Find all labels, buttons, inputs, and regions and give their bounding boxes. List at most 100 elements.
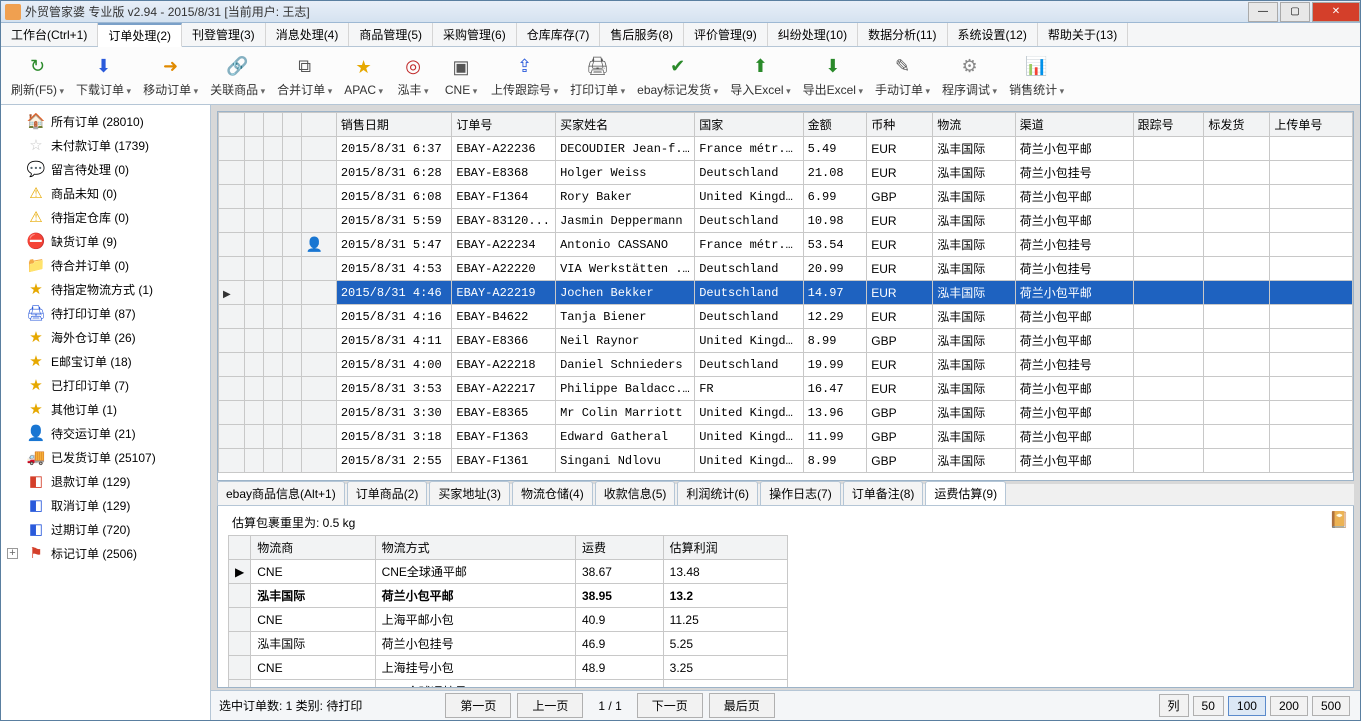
menu-tab[interactable]: 系统设置(12)	[948, 23, 1038, 46]
detail-tab[interactable]: 利润统计(6)	[677, 481, 758, 505]
pagesize-50[interactable]: 50	[1193, 696, 1224, 716]
toolbar-button[interactable]: ⇪上传跟踪号 ▾	[485, 51, 564, 100]
column-header[interactable]: 标发货	[1204, 113, 1270, 137]
detail-tab[interactable]: 订单备注(8)	[843, 481, 924, 505]
prev-page-button[interactable]: 上一页	[517, 693, 583, 718]
toolbar-button[interactable]: ⚙程序调试 ▾	[936, 51, 1003, 100]
sidebar-item[interactable]: ◧取消订单 (129)	[1, 493, 210, 517]
sidebar-item[interactable]: ★已打印订单 (7)	[1, 373, 210, 397]
shipping-grid[interactable]: 物流商物流方式运费估算利润▶CNECNE全球通平邮38.6713.48泓丰国际荷…	[228, 535, 788, 688]
pagesize-500[interactable]: 500	[1312, 696, 1350, 716]
table-row[interactable]: 2015/8/31 4:53EBAY-A22220VIA Werkstätten…	[219, 257, 1353, 281]
toolbar-button[interactable]: ⧉合并订单 ▾	[271, 51, 338, 100]
table-row[interactable]: 2015/8/31 6:37EBAY-A22236DECOUDIER Jean-…	[219, 137, 1353, 161]
table-row[interactable]: ▶2015/8/31 4:46EBAY-A22219Jochen BekkerD…	[219, 281, 1353, 305]
column-header[interactable]: 金额	[803, 113, 867, 137]
menu-tab[interactable]: 帮助关于(13)	[1038, 23, 1128, 46]
toolbar-button[interactable]: 🖨打印订单 ▾	[564, 51, 631, 100]
column-header[interactable]: 币种	[867, 113, 933, 137]
sidebar-item[interactable]: ⛔缺货订单 (9)	[1, 229, 210, 253]
table-row[interactable]: 2015/8/31 6:28EBAY-E8368Holger WeissDeut…	[219, 161, 1353, 185]
toolbar-button[interactable]: ▣CNE ▾	[437, 53, 485, 99]
table-row[interactable]: CNECNE全球通挂号49.772.38	[229, 680, 788, 689]
pagesize-200[interactable]: 200	[1270, 696, 1308, 716]
column-header[interactable]: 渠道	[1015, 113, 1133, 137]
menu-tab[interactable]: 刊登管理(3)	[182, 23, 266, 46]
table-row[interactable]: 泓丰国际荷兰小包挂号46.95.25	[229, 632, 788, 656]
sidebar-item[interactable]: ◧过期订单 (720)	[1, 517, 210, 541]
menu-tab[interactable]: 消息处理(4)	[266, 23, 350, 46]
menu-tab[interactable]: 售后服务(8)	[600, 23, 684, 46]
sidebar-item[interactable]: ⚠待指定仓库 (0)	[1, 205, 210, 229]
table-row[interactable]: 2015/8/31 4:00EBAY-A22218Daniel Schniede…	[219, 353, 1353, 377]
sidebar-item[interactable]: 📁待合并订单 (0)	[1, 253, 210, 277]
column-header[interactable]: 运费	[575, 536, 663, 560]
menu-tab[interactable]: 采购管理(6)	[433, 23, 517, 46]
column-header[interactable]: 国家	[695, 113, 803, 137]
menu-tab[interactable]: 纠纷处理(10)	[768, 23, 858, 46]
toolbar-button[interactable]: ⬇导出Excel ▾	[797, 51, 869, 100]
column-header[interactable]: 跟踪号	[1133, 113, 1204, 137]
order-grid-wrap[interactable]: 销售日期订单号买家姓名国家金额币种物流渠道跟踪号标发货上传单号2015/8/31…	[217, 111, 1354, 481]
table-row[interactable]: 泓丰国际荷兰小包平邮38.9513.2	[229, 584, 788, 608]
table-row[interactable]: 2015/8/31 4:16EBAY-B4622Tanja BienerDeut…	[219, 305, 1353, 329]
table-row[interactable]: 2015/8/31 4:11EBAY-E8366Neil RaynorUnite…	[219, 329, 1353, 353]
detail-tab[interactable]: 订单商品(2)	[347, 481, 428, 505]
sidebar-item[interactable]: 🏠所有订单 (28010)	[1, 109, 210, 133]
sidebar-item[interactable]: 🖨待打印订单 (87)	[1, 301, 210, 325]
toolbar-button[interactable]: ✎手动订单 ▾	[869, 51, 936, 100]
table-row[interactable]: 2015/8/31 3:18EBAY-F1363Edward GatheralU…	[219, 425, 1353, 449]
toolbar-button[interactable]: ◎泓丰 ▾	[389, 51, 437, 100]
minimize-button[interactable]: —	[1248, 2, 1278, 22]
toolbar-button[interactable]: ➜移动订单 ▾	[137, 51, 204, 100]
sidebar-item[interactable]: +⚑标记订单 (2506)	[1, 541, 210, 565]
column-header[interactable]: 上传单号	[1270, 113, 1353, 137]
sidebar-item[interactable]: ★其他订单 (1)	[1, 397, 210, 421]
close-button[interactable]: ✕	[1312, 2, 1360, 22]
column-header[interactable]: 订单号	[452, 113, 556, 137]
detail-tab[interactable]: ebay商品信息(Alt+1)	[217, 481, 345, 505]
column-header[interactable]: 物流	[933, 113, 1016, 137]
table-row[interactable]: 👤2015/8/31 5:47EBAY-A22234Antonio CASSAN…	[219, 233, 1353, 257]
sidebar-item[interactable]: ⚠商品未知 (0)	[1, 181, 210, 205]
detail-tab[interactable]: 物流仓储(4)	[512, 481, 593, 505]
table-row[interactable]: 2015/8/31 6:08EBAY-F1364Rory BakerUnited…	[219, 185, 1353, 209]
table-row[interactable]: 2015/8/31 5:59EBAY-83120...Jasmin Depper…	[219, 209, 1353, 233]
maximize-button[interactable]: ▢	[1280, 2, 1310, 22]
menu-tab[interactable]: 数据分析(11)	[858, 23, 947, 46]
table-row[interactable]: 2015/8/31 3:30EBAY-E8365Mr Colin Marriot…	[219, 401, 1353, 425]
sidebar-item[interactable]: 👤待交运订单 (21)	[1, 421, 210, 445]
column-header[interactable]: 估算利润	[663, 536, 787, 560]
sidebar-item[interactable]: ★E邮宝订单 (18)	[1, 349, 210, 373]
column-header[interactable]: 买家姓名	[556, 113, 695, 137]
toolbar-button[interactable]: ⬇下载订单 ▾	[70, 51, 137, 100]
menu-tab[interactable]: 工作台(Ctrl+1)	[1, 23, 98, 46]
first-page-button[interactable]: 第一页	[445, 693, 511, 718]
column-header[interactable]: 物流商	[251, 536, 375, 560]
menu-tab[interactable]: 商品管理(5)	[349, 23, 433, 46]
menu-tab[interactable]: 仓库库存(7)	[517, 23, 601, 46]
table-row[interactable]: 2015/8/31 2:55EBAY-F1361Singani NdlovuUn…	[219, 449, 1353, 473]
toolbar-button[interactable]: ✔ebay标记发货 ▾	[631, 51, 724, 100]
toolbar-button[interactable]: 📊销售统计 ▾	[1003, 51, 1070, 100]
detail-tab[interactable]: 运费估算(9)	[925, 481, 1006, 505]
table-row[interactable]: 2015/8/31 3:53EBAY-A22217Philippe Baldac…	[219, 377, 1353, 401]
next-page-button[interactable]: 下一页	[637, 693, 703, 718]
table-row[interactable]: CNE上海平邮小包40.911.25	[229, 608, 788, 632]
detail-tab[interactable]: 买家地址(3)	[429, 481, 510, 505]
table-row[interactable]: ▶CNECNE全球通平邮38.6713.48	[229, 560, 788, 584]
sidebar-item[interactable]: ★待指定物流方式 (1)	[1, 277, 210, 301]
column-header[interactable]: 销售日期	[336, 113, 452, 137]
sidebar-item[interactable]: 💬留言待处理 (0)	[1, 157, 210, 181]
toolbar-button[interactable]: ⬆导入Excel ▾	[724, 51, 796, 100]
toolbar-button[interactable]: 🔗关联商品 ▾	[204, 51, 271, 100]
sidebar-item[interactable]: ★海外仓订单 (26)	[1, 325, 210, 349]
toolbar-button[interactable]: ↻刷新(F5) ▾	[5, 51, 70, 100]
last-page-button[interactable]: 最后页	[709, 693, 775, 718]
columns-button[interactable]: 列	[1159, 694, 1189, 717]
sidebar-item[interactable]: 🚚已发货订单 (25107)	[1, 445, 210, 469]
menu-tab[interactable]: 评价管理(9)	[684, 23, 768, 46]
sidebar-item[interactable]: ☆未付款订单 (1739)	[1, 133, 210, 157]
book-icon[interactable]: 📔	[1329, 510, 1349, 530]
menu-tab[interactable]: 订单处理(2)	[98, 23, 182, 47]
